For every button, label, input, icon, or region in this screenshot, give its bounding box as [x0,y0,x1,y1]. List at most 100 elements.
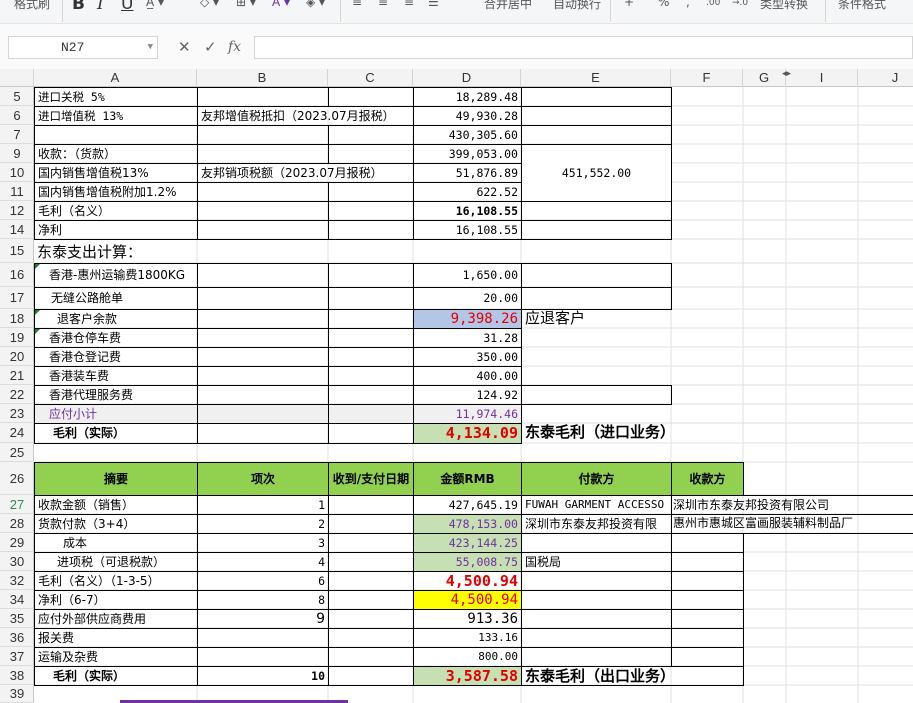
cell-a35[interactable]: 应付外部供应商费用 [34,609,198,629]
cell-d16[interactable]: 1,650.00 [413,263,522,288]
cell-d22[interactable]: 124.92 [413,385,522,405]
cell-a16[interactable]: 香港-惠州运输费1800KG [34,263,198,288]
cell-d20[interactable]: 350.00 [413,347,522,367]
cell-a7[interactable] [34,125,198,145]
cell-d19[interactable]: 31.28 [413,328,522,348]
cell-b5[interactable] [197,87,329,107]
row-header[interactable]: 22 [0,385,34,404]
row-header[interactable]: 16 [0,263,34,287]
cell-d10[interactable]: 51,876.89 [413,163,522,183]
cell-b9[interactable] [197,144,329,164]
cell-c21[interactable] [328,366,414,386]
column-header-i[interactable]: I [786,69,858,87]
cell-a28[interactable]: 货款付款（3+4） [34,514,198,534]
cell-a34[interactable]: 净利（6-7） [34,590,198,610]
cell-d7[interactable]: 430,305.60 [413,125,522,145]
underline-button[interactable]: U [121,0,133,14]
row-header[interactable]: 14 [0,220,34,239]
cell-c16[interactable] [328,263,414,288]
table-header-payer[interactable]: 付款方 [521,462,672,496]
cell-e27[interactable]: FUWAH GARMENT ACCESSO [521,495,672,515]
cell-a32[interactable]: 毛利（名义）（1-3-5） [34,571,198,591]
cell-c38[interactable] [328,666,414,686]
cell-a37[interactable]: 运输及杂费 [34,647,198,667]
row-header[interactable]: 9 [0,144,34,163]
italic-button[interactable]: I [97,0,104,14]
cell-b32[interactable]: 6 [197,571,329,591]
type-convert-button[interactable]: 类型转换 [760,0,808,12]
cell-f30[interactable] [671,552,744,572]
cell-b29[interactable]: 3 [197,533,329,553]
cell-c27[interactable] [328,495,414,515]
cell-a11[interactable]: 国内销售增值税附加1.2% [34,182,198,202]
cell-a22[interactable]: 香港代理服务费 [34,385,198,405]
cell-c5[interactable] [328,87,414,107]
chevron-down-icon[interactable]: ▼ [148,37,153,58]
cell-d36[interactable]: 133.16 [413,628,522,648]
merge-center-button[interactable]: 合并居中 [484,0,532,12]
cell-b7[interactable] [197,125,329,145]
cell-c19[interactable] [328,328,414,348]
cell-b24[interactable] [197,423,329,444]
name-box[interactable]: N27 ▼ [8,36,158,59]
cell-e36[interactable] [521,628,672,648]
cell-c11[interactable] [328,182,414,202]
cell-e17[interactable] [521,287,672,310]
cell-c18[interactable] [328,309,414,329]
column-header-d[interactable]: D [413,69,521,87]
row-header[interactable]: 19 [0,328,34,347]
cell-c32[interactable] [328,571,414,591]
row-header[interactable]: 12 [0,201,34,220]
cell-b30[interactable]: 4 [197,552,329,572]
align-right-icon[interactable]: ≡ [404,0,414,9]
cell-e24[interactable]: 东泰毛利（进口业务） [522,423,722,444]
cell-e14[interactable] [521,220,672,240]
cell-a10[interactable]: 国内销售增值税13% [34,163,198,183]
cell-b28[interactable]: 2 [197,514,329,534]
cell-e29[interactable] [521,533,672,553]
cell-b36[interactable] [197,628,329,648]
decrease-decimal-icon[interactable]: →.0 [732,0,748,8]
cell-b21[interactable] [197,366,329,386]
cell-c35[interactable] [328,609,414,629]
confirm-icon[interactable]: ✓ [204,36,217,59]
cell-c12[interactable] [328,201,414,221]
table-header-amount[interactable]: 金额RMB [413,462,522,496]
format-painter-button[interactable]: 格式刷 [14,0,50,12]
wrap-text-button[interactable]: 自动换行 [553,0,601,12]
sheet-grid[interactable]: 进口关税 5% 18,289.48 进口增值税 13% 友邦增值税抵扣（2023… [34,87,913,703]
cell-a9[interactable]: 收款：（货款） [34,144,198,164]
row-header[interactable]: 11 [0,182,34,201]
column-header-c[interactable]: C [328,69,413,87]
cell-e5[interactable] [521,87,672,107]
row-header[interactable]: 28 [0,514,34,533]
cell-b38[interactable]: 10 [197,666,329,686]
currency-icon[interactable]: + [624,0,634,9]
cell-b37[interactable] [197,647,329,667]
cell-d29[interactable]: 423,144.25 [413,533,522,553]
cell-d11[interactable]: 622.52 [413,182,522,202]
cell-a14[interactable]: 净利 [34,220,198,240]
cell-a12[interactable]: 毛利（名义） [34,201,198,221]
column-header-a[interactable]: A [34,69,197,87]
cell-d34[interactable]: 4,500.94 [413,590,522,610]
row-header[interactable]: 27 [0,495,34,514]
border-icon[interactable]: ⊞ ▾ [236,0,256,9]
column-header-g[interactable]: G [743,69,786,87]
row-header[interactable]: 10 [0,163,34,182]
cell-b19[interactable] [197,328,329,348]
cell-a23[interactable]: 应付小计 [34,404,198,424]
cell-e38[interactable]: 东泰毛利（出口业务） [521,666,744,686]
cell-a17[interactable]: 无缝公路舱单 [34,287,198,310]
cell-e9-merged[interactable]: 451,552.00 [521,144,672,202]
cell-f34[interactable] [671,590,744,610]
row-header[interactable]: 5 [0,87,34,106]
strikethrough-icon[interactable]: A̲ ▾ [146,0,164,9]
percent-icon[interactable]: % [658,0,669,9]
cell-d30[interactable]: 55,008.75 [413,552,522,572]
cell-d9[interactable]: 399,053.00 [413,144,522,164]
cell-c37[interactable] [328,647,414,667]
row-header[interactable]: 26 [0,462,34,495]
cell-c7[interactable] [328,125,414,145]
cell-a36[interactable]: 报关费 [34,628,198,648]
